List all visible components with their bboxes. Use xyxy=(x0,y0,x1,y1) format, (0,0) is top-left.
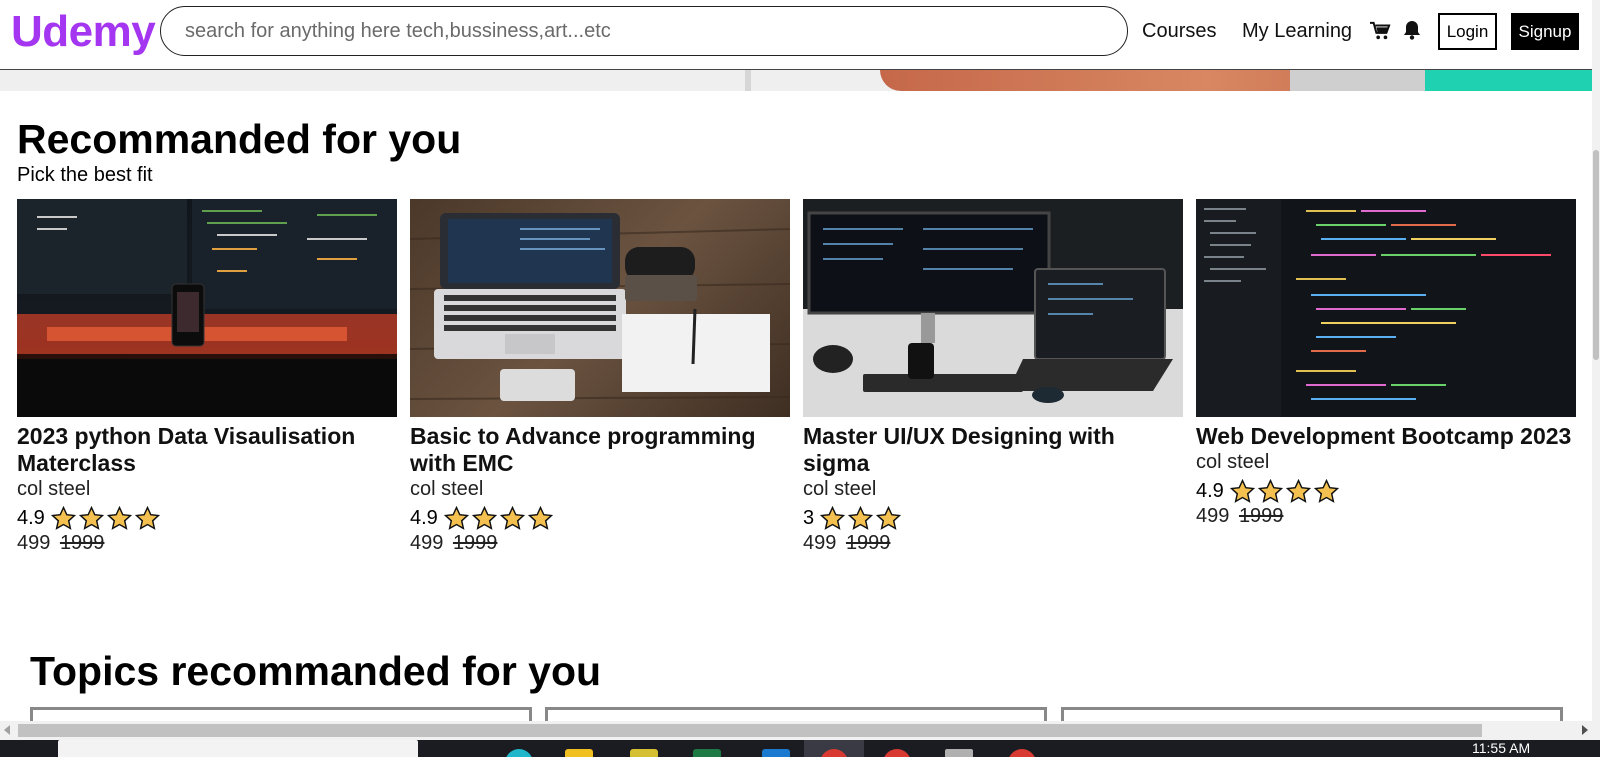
horizontal-scrollbar[interactable] xyxy=(0,721,1592,740)
signup-button[interactable]: Signup xyxy=(1511,13,1579,50)
os-taskbar: 11:55 AM xyxy=(0,740,1600,757)
course-author: col steel xyxy=(17,478,91,500)
star-icon xyxy=(134,505,160,530)
star-icon xyxy=(1285,478,1311,503)
price-current: 499 xyxy=(803,532,837,554)
star-icon xyxy=(106,505,132,530)
course-price: 499 1999 xyxy=(410,531,790,555)
taskbar-clock[interactable]: 11:55 AM xyxy=(1472,740,1530,756)
price-current: 499 xyxy=(410,532,444,554)
star-icon xyxy=(50,505,76,530)
scroll-left-icon[interactable] xyxy=(4,725,10,735)
rating-value: 4.9 xyxy=(410,506,438,529)
rating-value: 4.9 xyxy=(1196,479,1224,502)
nav-my-learning-link[interactable]: My Learning xyxy=(1242,18,1352,44)
price-original: 1999 xyxy=(1238,505,1284,527)
course-card[interactable]: Web Development Bootcamp 2023 col steel … xyxy=(1196,199,1576,528)
vertical-scroll-thumb[interactable] xyxy=(1593,150,1599,360)
course-card[interactable]: Basic to Advance programming with EMC co… xyxy=(410,199,790,555)
topics-title: Topics recommanded for you xyxy=(30,648,602,694)
bell-icon[interactable] xyxy=(1403,20,1421,40)
recommended-subtitle: Pick the best fit xyxy=(17,164,153,186)
scroll-right-icon[interactable] xyxy=(1582,725,1588,735)
login-button[interactable]: Login xyxy=(1438,13,1497,50)
taskbar-app-icon[interactable] xyxy=(693,749,721,757)
star-icon xyxy=(499,505,525,530)
price-current: 499 xyxy=(17,532,51,554)
course-thumbnail[interactable] xyxy=(17,199,397,417)
top-navbar: Udemy Courses My Learning Login Signup xyxy=(0,0,1592,70)
horizontal-scroll-thumb[interactable] xyxy=(18,724,1482,737)
taskbar-app-icon[interactable] xyxy=(505,749,533,757)
star-icon xyxy=(848,505,874,530)
price-original: 1999 xyxy=(452,532,498,554)
rating-value: 4.9 xyxy=(17,506,45,529)
course-author: col steel xyxy=(410,478,484,500)
taskbar-app-icon[interactable] xyxy=(762,749,790,757)
taskbar-app-icon[interactable] xyxy=(1008,749,1036,757)
vertical-scrollbar[interactable] xyxy=(1592,0,1600,740)
course-title[interactable]: Web Development Bootcamp 2023 xyxy=(1196,423,1576,450)
star-icon xyxy=(471,505,497,530)
course-author: col steel xyxy=(1196,451,1270,473)
course-price: 499 1999 xyxy=(1196,504,1576,528)
course-author: col steel xyxy=(803,478,877,500)
course-thumbnail[interactable] xyxy=(803,199,1183,417)
course-rating: 3 xyxy=(803,505,1183,531)
taskbar-app-icon[interactable] xyxy=(945,749,973,757)
course-card[interactable]: Master UI/UX Designing with sigma col st… xyxy=(803,199,1183,555)
course-price: 499 1999 xyxy=(17,531,397,555)
nav-courses-link[interactable]: Courses xyxy=(1142,18,1216,44)
course-rating: 4.9 xyxy=(17,505,397,531)
course-card[interactable]: 2023 python Data Visaulisation Materclas… xyxy=(17,199,397,555)
price-original: 1999 xyxy=(59,532,105,554)
taskbar-search[interactable] xyxy=(58,740,418,757)
course-thumbnail[interactable] xyxy=(410,199,790,417)
price-original: 1999 xyxy=(845,532,891,554)
star-icon xyxy=(78,505,104,530)
course-thumbnail[interactable] xyxy=(1196,199,1576,417)
cart-icon[interactable] xyxy=(1369,21,1391,41)
taskbar-app-icon[interactable] xyxy=(565,749,593,757)
course-rating: 4.9 xyxy=(410,505,790,531)
star-icon xyxy=(527,505,553,530)
star-icon xyxy=(443,505,469,530)
star-icon xyxy=(1257,478,1283,503)
course-title[interactable]: Basic to Advance programming with EMC xyxy=(410,423,790,477)
hero-banner-image xyxy=(0,70,1592,91)
search-input[interactable] xyxy=(160,6,1128,56)
course-rating: 4.9 xyxy=(1196,478,1576,504)
course-price: 499 1999 xyxy=(803,531,1183,555)
recommended-title: Recommanded for you xyxy=(17,116,462,162)
rating-value: 3 xyxy=(803,506,815,529)
course-title[interactable]: Master UI/UX Designing with sigma xyxy=(803,423,1183,477)
star-icon xyxy=(876,505,902,530)
taskbar-app-icon[interactable] xyxy=(883,749,911,757)
star-icon xyxy=(1313,478,1339,503)
price-current: 499 xyxy=(1196,505,1230,527)
star-icon xyxy=(820,505,846,530)
course-title[interactable]: 2023 python Data Visaulisation Materclas… xyxy=(17,423,397,477)
udemy-logo[interactable]: Udemy xyxy=(11,8,156,56)
taskbar-app-icon[interactable] xyxy=(630,749,658,757)
star-icon xyxy=(1229,478,1255,503)
